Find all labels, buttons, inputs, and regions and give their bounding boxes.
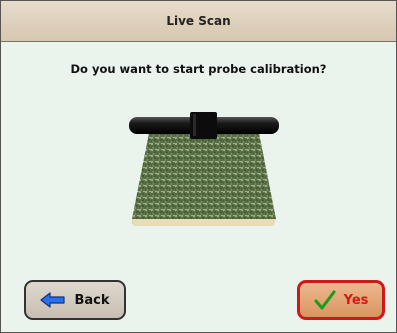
back-button-label: Back [74, 292, 110, 308]
checkmark-icon [314, 290, 336, 310]
calibration-question: Do you want to start probe calibration? [70, 62, 327, 76]
yes-button[interactable]: Yes [297, 280, 385, 320]
back-button[interactable]: Back [24, 280, 126, 320]
arrow-left-icon [40, 292, 66, 308]
ground-patch [132, 133, 276, 226]
live-scan-window: Live Scan Do you want to start probe cal… [0, 0, 397, 333]
window-title: Live Scan [166, 14, 231, 28]
probe-over-ground-illustration [129, 112, 279, 226]
title-bar: Live Scan [1, 1, 396, 42]
yes-button-label: Yes [343, 292, 369, 308]
